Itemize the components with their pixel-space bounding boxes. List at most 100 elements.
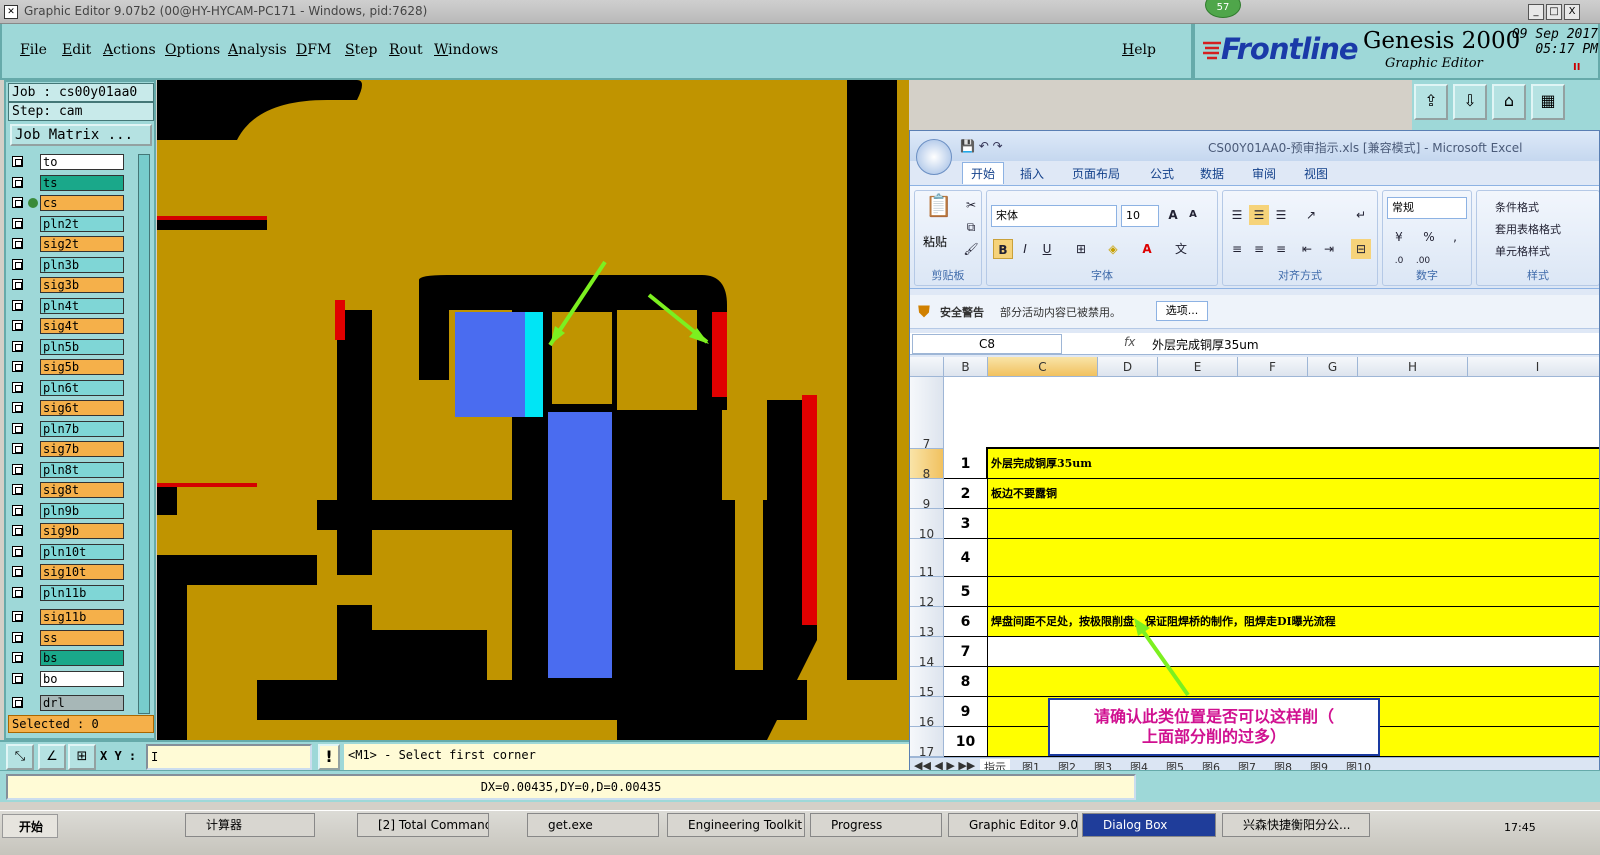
shrink-font-icon[interactable]: A bbox=[1183, 205, 1203, 225]
row-header[interactable]: 12 bbox=[910, 577, 944, 609]
layer-checkbox[interactable] bbox=[12, 320, 23, 331]
layer-row[interactable]: sig3b bbox=[10, 277, 130, 294]
open-job-icon[interactable]: ⇪ bbox=[1414, 84, 1448, 120]
layer-checkbox[interactable] bbox=[12, 238, 23, 249]
tab-formulas[interactable]: 公式 bbox=[1150, 165, 1174, 182]
layer-scrollbar[interactable] bbox=[138, 154, 150, 714]
layer-checkbox[interactable] bbox=[12, 443, 23, 454]
item-number-cell[interactable]: 1 bbox=[944, 449, 988, 479]
number-format-select[interactable]: 常规 bbox=[1387, 197, 1467, 219]
layer-name[interactable]: pln7b bbox=[40, 420, 124, 437]
menu-windows[interactable]: Windows bbox=[434, 42, 498, 58]
column-header[interactable]: B bbox=[944, 357, 988, 377]
notification-badge[interactable]: 57 bbox=[1205, 0, 1241, 18]
column-header[interactable]: G bbox=[1308, 357, 1358, 377]
name-box[interactable]: C8 bbox=[912, 334, 1062, 354]
instruction-cell[interactable] bbox=[988, 637, 1599, 667]
table-format-button[interactable]: 套用表格格式 bbox=[1495, 221, 1561, 237]
taskbar-item[interactable]: Progress bbox=[810, 813, 942, 837]
align-bottom-icon[interactable]: ☰ bbox=[1271, 205, 1291, 225]
start-button[interactable]: 开始 bbox=[2, 814, 58, 838]
layer-row[interactable]: sig9b bbox=[10, 523, 130, 540]
fill-color-icon[interactable]: ◈ bbox=[1103, 239, 1123, 259]
menu-actions[interactable]: Actions bbox=[103, 42, 156, 58]
layer-name[interactable]: pln2t bbox=[40, 215, 124, 232]
layer-row[interactable]: pln10t bbox=[10, 543, 130, 561]
minimize-button[interactable]: _ bbox=[1528, 4, 1544, 20]
layer-name[interactable]: pln11b bbox=[40, 584, 124, 601]
tab-review[interactable]: 审阅 bbox=[1252, 165, 1276, 182]
column-header[interactable]: I bbox=[1468, 357, 1599, 377]
spreadsheet-grid[interactable]: B C D E F G H I 7 8 1 外层完成铜厚35um 9 2 板边不要露铜 10 3 11 4 12 5 13… bbox=[910, 357, 1599, 759]
layer-name[interactable]: drl bbox=[40, 695, 124, 711]
select-all-corner[interactable] bbox=[910, 357, 944, 377]
layer-checkbox[interactable] bbox=[12, 258, 23, 270]
xy-input[interactable]: I bbox=[146, 744, 312, 770]
layer-name[interactable]: cs bbox=[40, 195, 124, 211]
instruction-cell[interactable]: 焊盘间距不足处，按极限削盘，保证阻焊桥的制作，阻焊走DI曝光流程 bbox=[988, 607, 1599, 637]
menu-help[interactable]: Help bbox=[1122, 42, 1156, 58]
tab-page-layout[interactable]: 页面布局 bbox=[1072, 165, 1120, 182]
layer-name[interactable]: sig4t bbox=[40, 318, 124, 334]
layer-row[interactable]: pln4t bbox=[10, 297, 130, 315]
column-header[interactable]: C bbox=[988, 357, 1098, 377]
layer-checkbox[interactable] bbox=[12, 631, 23, 643]
formula-input[interactable]: 外层完成铜厚35um bbox=[1152, 336, 1259, 353]
row-header[interactable]: 8 bbox=[910, 449, 944, 481]
save-job-icon[interactable]: ⇩ bbox=[1453, 84, 1487, 120]
layer-checkbox[interactable] bbox=[12, 672, 23, 684]
layer-row[interactable]: pln9b bbox=[10, 502, 130, 520]
layer-name[interactable]: sig8t bbox=[40, 482, 124, 498]
layer-row[interactable]: sig2t bbox=[10, 236, 130, 253]
comma-icon[interactable]: , bbox=[1445, 227, 1465, 247]
layer-name[interactable]: pln9b bbox=[40, 502, 124, 519]
layer-name[interactable]: bs bbox=[40, 650, 124, 666]
taskbar-item[interactable]: Graphic Editor 9.07b... bbox=[948, 813, 1078, 837]
maximize-button[interactable]: □ bbox=[1546, 4, 1562, 20]
instruction-cell[interactable] bbox=[988, 667, 1599, 697]
layer-checkbox[interactable] bbox=[12, 422, 23, 434]
cut-icon[interactable]: ✂ bbox=[961, 195, 981, 215]
layer-checkbox[interactable] bbox=[12, 545, 23, 557]
layer-row[interactable]: ts bbox=[10, 174, 130, 192]
align-left-icon[interactable]: ≡ bbox=[1227, 239, 1247, 259]
instruction-cell[interactable]: 板边不要露铜 bbox=[988, 479, 1599, 509]
exclamation-button[interactable]: ! bbox=[318, 744, 340, 770]
layer-name[interactable]: pln5b bbox=[40, 338, 124, 355]
layer-row[interactable]: drl bbox=[10, 695, 130, 712]
fx-icon[interactable]: fx bbox=[1124, 335, 1135, 349]
layer-row[interactable]: bo bbox=[10, 670, 130, 688]
layer-checkbox[interactable] bbox=[12, 484, 23, 495]
layer-row[interactable]: sig8t bbox=[10, 482, 130, 499]
layer-name[interactable]: sig3b bbox=[40, 277, 124, 293]
menu-dfm[interactable]: DFM bbox=[296, 42, 331, 58]
column-header[interactable]: D bbox=[1098, 357, 1158, 377]
taskbar-item[interactable]: get.exe bbox=[527, 813, 659, 837]
font-color-icon[interactable]: A bbox=[1137, 239, 1157, 259]
layer-row[interactable]: pln11b bbox=[10, 584, 130, 602]
align-middle-icon[interactable]: ☰ bbox=[1249, 205, 1269, 225]
format-painter-icon[interactable]: 🖌 bbox=[961, 239, 981, 259]
menu-file[interactable]: File bbox=[20, 42, 47, 58]
layer-name[interactable]: pln4t bbox=[40, 297, 124, 314]
instruction-cell[interactable] bbox=[988, 539, 1599, 577]
layer-checkbox[interactable] bbox=[12, 279, 23, 290]
column-header[interactable]: E bbox=[1158, 357, 1238, 377]
item-number-cell[interactable]: 6 bbox=[944, 607, 988, 637]
item-number-cell[interactable]: 2 bbox=[944, 479, 988, 509]
layer-checkbox[interactable] bbox=[12, 504, 23, 516]
border-icon[interactable]: ⊞ bbox=[1071, 239, 1091, 259]
layer-checkbox[interactable] bbox=[12, 652, 23, 663]
instruction-cell[interactable] bbox=[988, 577, 1599, 607]
layer-name[interactable]: sig10t bbox=[40, 564, 124, 580]
layer-name[interactable]: pln6t bbox=[40, 379, 124, 396]
increase-indent-icon[interactable]: ⇥ bbox=[1319, 239, 1339, 259]
close-button[interactable]: X bbox=[1564, 4, 1580, 20]
layer-row[interactable]: pln3b bbox=[10, 256, 130, 274]
save-icon[interactable]: 💾 bbox=[960, 139, 975, 153]
layer-row[interactable]: to bbox=[10, 154, 130, 171]
item-number-cell[interactable]: 3 bbox=[944, 509, 988, 539]
item-number-cell[interactable]: 8 bbox=[944, 667, 988, 697]
instruction-cell[interactable] bbox=[988, 509, 1599, 539]
align-right-icon[interactable]: ≡ bbox=[1271, 239, 1291, 259]
